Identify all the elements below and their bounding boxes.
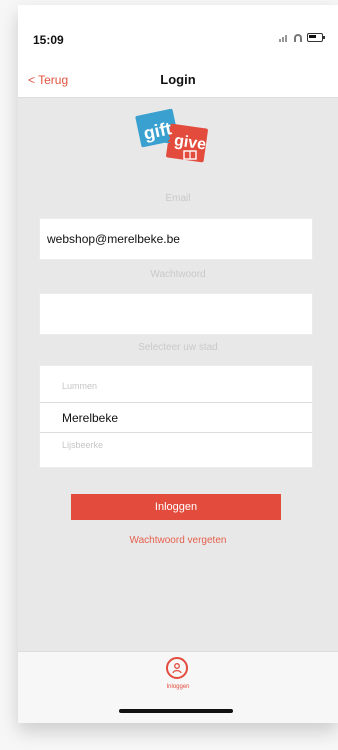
login-button[interactable]: Inloggen — [71, 494, 281, 520]
password-field[interactable] — [39, 293, 313, 335]
picker-option-next[interactable]: Lijsbeerke — [62, 440, 103, 450]
battery-icon — [307, 33, 325, 42]
home-indicator — [119, 709, 233, 713]
email-field[interactable]: webshop@merelbeke.be — [39, 218, 313, 260]
tab-label: Inloggen — [166, 684, 190, 690]
wifi-icon — [293, 33, 303, 42]
page-title: Login — [160, 72, 196, 87]
nav-bar: < Terug Login — [18, 61, 338, 98]
status-time: 15:09 — [33, 33, 64, 47]
city-label: Selecteer uw stad — [138, 342, 218, 353]
picker-option-previous[interactable]: Lummen — [62, 381, 97, 391]
email-label: Email — [165, 193, 191, 204]
signal-icon — [279, 34, 289, 42]
password-label: Wachtwoord — [150, 269, 206, 280]
user-icon — [166, 657, 188, 679]
svg-text:2: 2 — [165, 135, 171, 146]
status-icons — [279, 33, 325, 42]
gift2give-logo: gift 2 give — [134, 108, 218, 168]
picker-option-selected[interactable]: Merelbeke — [40, 402, 312, 433]
city-picker[interactable]: Lummen Merelbeke Lijsbeerke — [39, 365, 313, 468]
forgot-password-link[interactable]: Wachtwoord vergeten — [18, 535, 338, 546]
status-bar: 15:09 — [18, 5, 338, 61]
tab-login[interactable]: Inloggen — [156, 655, 200, 695]
app-screen: 15:09 < Terug Login gift 2 give Email we… — [18, 5, 338, 723]
